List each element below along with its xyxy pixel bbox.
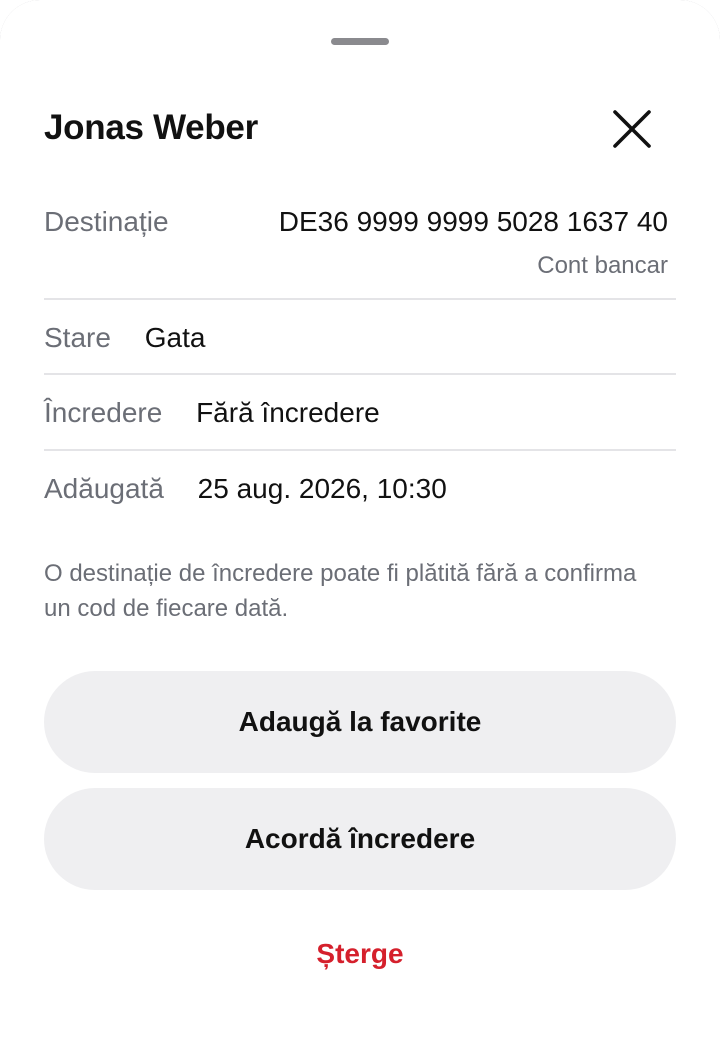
close-icon: [613, 110, 651, 148]
add-to-favorites-button[interactable]: Adaugă la favorite: [44, 671, 676, 773]
drag-handle[interactable]: [331, 38, 389, 45]
destination-type: Cont bancar: [537, 252, 668, 279]
destination-value: DE36 9999 9999 5028 1637 40: [278, 206, 668, 237]
trust-info-note: O destinație de încredere poate fi plăti…: [44, 560, 637, 622]
added-value: 25 aug. 2026, 10:30: [197, 473, 447, 504]
trust-value: Fără încredere: [196, 397, 380, 428]
status-row: Stare Gata: [44, 322, 205, 354]
destination-label: Destinație: [44, 206, 169, 237]
delete-button[interactable]: Șterge: [0, 938, 720, 970]
close-button[interactable]: [606, 103, 658, 155]
destination-row: Destinație: [44, 206, 169, 238]
status-label: Stare: [44, 322, 111, 353]
divider: [44, 373, 676, 375]
bottom-sheet: Jonas Weber Destinație DE36 9999 9999 50…: [0, 0, 720, 1037]
grant-trust-button[interactable]: Acordă încredere: [44, 788, 676, 890]
added-label: Adăugată: [44, 473, 164, 504]
trust-row: Încredere Fără încredere: [44, 397, 380, 429]
added-row: Adăugată 25 aug. 2026, 10:30: [44, 473, 447, 505]
status-value: Gata: [144, 322, 206, 353]
divider: [44, 449, 676, 451]
sheet-title: Jonas Weber: [44, 108, 258, 147]
trust-label: Încredere: [44, 397, 163, 428]
divider: [44, 298, 676, 300]
